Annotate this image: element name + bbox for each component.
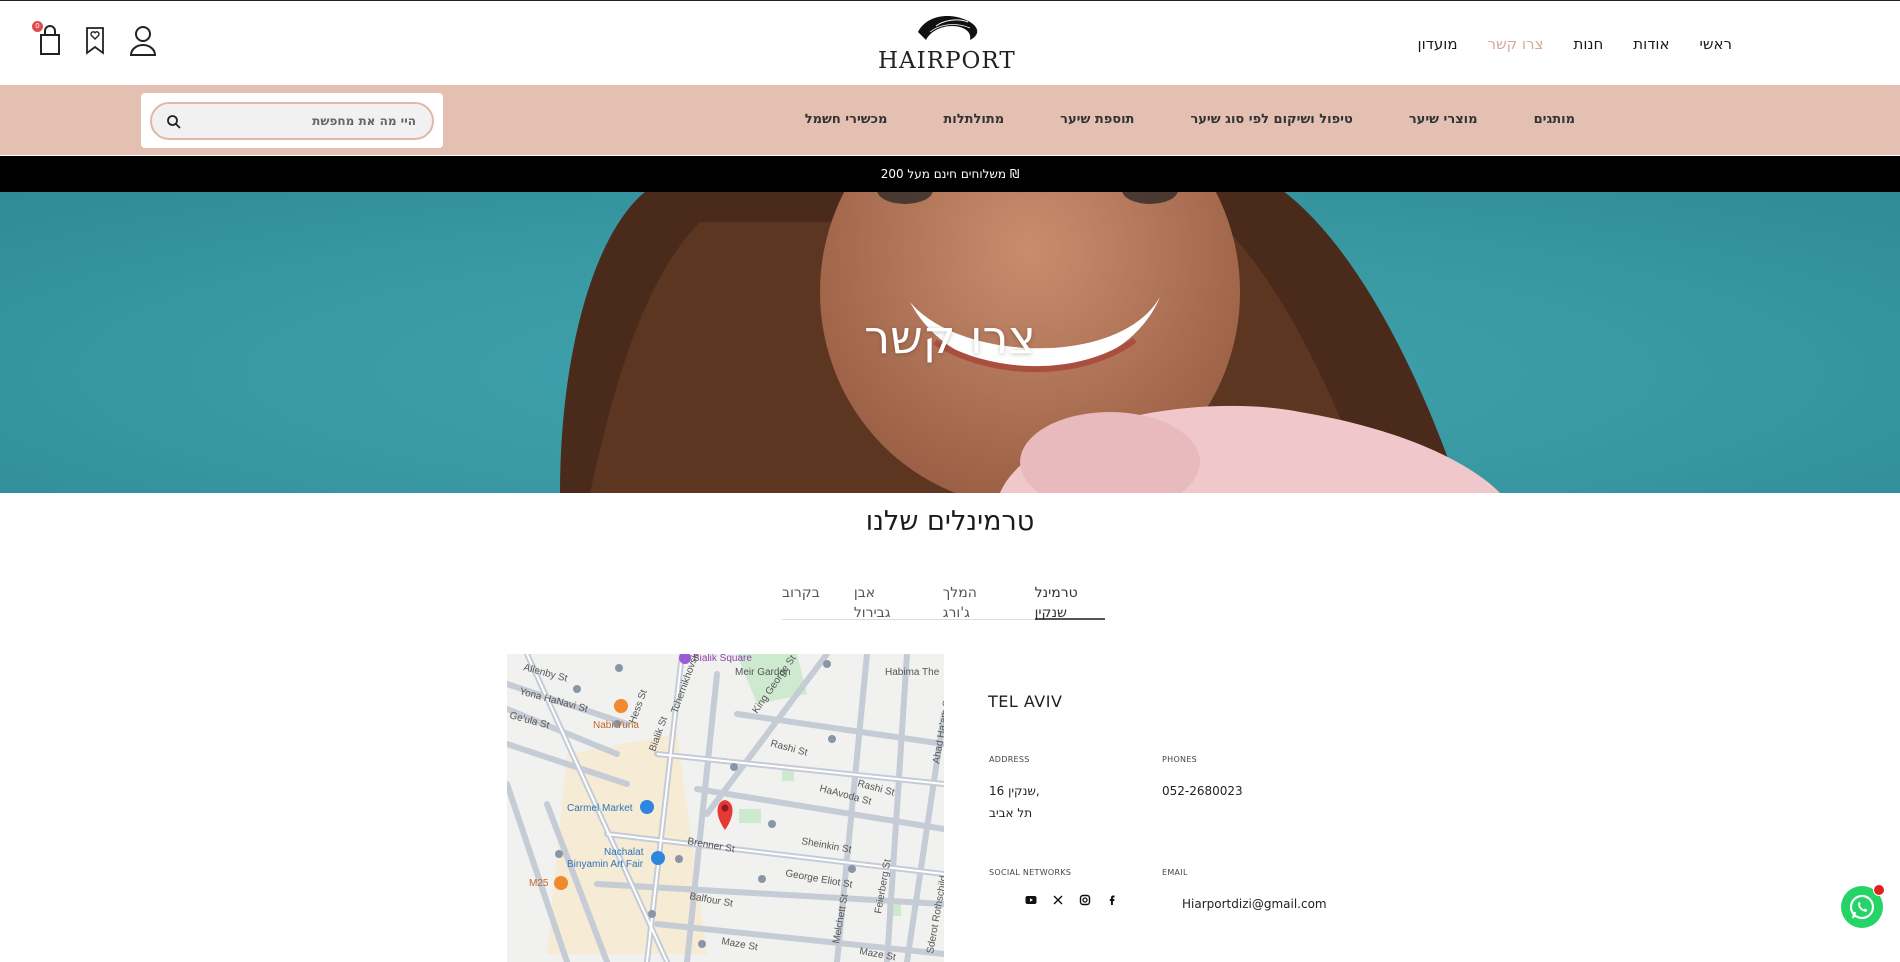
svg-text:Nachalat: Nachalat (604, 847, 644, 858)
whatsapp-button[interactable] (1841, 884, 1885, 928)
search-icon[interactable] (166, 114, 182, 130)
search-container (141, 93, 443, 148)
x-icon[interactable] (1052, 894, 1064, 906)
address-line-2: תל אביב (989, 806, 1033, 820)
category-brands[interactable]: מותגים (1534, 112, 1575, 128)
nav-home[interactable]: ראשי (1700, 34, 1732, 54)
terminal-city: TEL AVIV (988, 692, 1063, 711)
youtube-icon[interactable] (1025, 894, 1037, 906)
svg-text:M25: M25 (529, 878, 549, 889)
logo-text: HAIRPORT (878, 48, 1016, 74)
category-nav: מותגים מוצרי שיער טיפול ושיקום לפי סוג ש… (805, 112, 1575, 128)
header-icons: 0 (32, 21, 157, 57)
phones-label: PHONES (1162, 755, 1198, 764)
social-links (1025, 894, 1118, 906)
site-logo[interactable]: HAIRPORT (878, 10, 1016, 76)
facebook-icon[interactable] (1106, 894, 1118, 906)
nav-club[interactable]: מועדון (1418, 34, 1458, 54)
nav-contact[interactable]: צרו קשר (1488, 34, 1544, 54)
hero-banner: צרו קשר (0, 192, 1900, 493)
address-line-1: שנקין 16, (989, 784, 1040, 798)
wishlist-icon[interactable] (82, 23, 110, 57)
terminals-title: טרמינלים שלנו (865, 506, 1035, 537)
tab-coming-soon[interactable]: בקרוב (782, 583, 820, 620)
svg-text:Habima The: Habima The (885, 667, 940, 678)
location-map[interactable]: Bialik Square Meir Garden Habima The All… (507, 654, 944, 962)
tab-ibn-gabirol[interactable]: אבן גבירול (854, 583, 909, 621)
user-account-icon[interactable] (128, 23, 157, 57)
search-input[interactable] (196, 111, 416, 131)
category-hair-treatment[interactable]: טיפול ושיקום לפי סוג שיער (1190, 112, 1352, 128)
svg-text:Bialik Square: Bialik Square (693, 654, 752, 664)
email-label: EMAIL (1162, 868, 1188, 877)
notification-dot (1873, 884, 1885, 896)
phone-number[interactable]: 052-2680023 (1162, 780, 1243, 802)
svg-text:Carmel Market: Carmel Market (567, 803, 633, 814)
instagram-icon[interactable] (1079, 894, 1091, 906)
hero-title: צרו קשר (864, 310, 1036, 364)
svg-text:Binyamin Art Fair: Binyamin Art Fair (567, 859, 644, 870)
nav-about[interactable]: אודות (1633, 34, 1669, 54)
promo-banner: משלוחים חינם מעל 200 ₪ (0, 156, 1900, 192)
nav-shop[interactable]: חנות (1574, 34, 1604, 54)
cart-icon[interactable]: 0 (32, 21, 64, 57)
tab-sheinkin[interactable]: טרמינל שנקין (1034, 583, 1105, 621)
category-hair-extensions[interactable]: תוספת שיער (1060, 112, 1134, 128)
email-address[interactable]: Hiarportdizi@gmail.com (1182, 893, 1327, 915)
category-hair-products[interactable]: מוצרי שיער (1409, 112, 1478, 128)
main-nav: ראשי אודות חנות צרו קשר מועדון (1418, 34, 1733, 54)
search-box (150, 102, 434, 140)
logo-hair-icon (918, 16, 978, 40)
social-networks-label: SOCIAL NETWORKS (989, 868, 1072, 877)
cart-count-badge: 0 (32, 21, 43, 32)
category-curly[interactable]: מתולתלות (943, 112, 1004, 128)
category-electric-devices[interactable]: מכשירי חשמל (805, 112, 888, 128)
map-canvas: Bialik Square Meir Garden Habima The All… (507, 654, 944, 962)
tab-king-george[interactable]: המלך ג'ורג (943, 583, 1001, 621)
address-label: ADDRESS (989, 755, 1030, 764)
header: 0 HAIRPORT ראשי אודות חנות צרו קשר מועדו… (0, 1, 1900, 85)
terminal-tabs: טרמינל שנקין המלך ג'ורג אבן גבירול בקרוב (782, 583, 1105, 621)
